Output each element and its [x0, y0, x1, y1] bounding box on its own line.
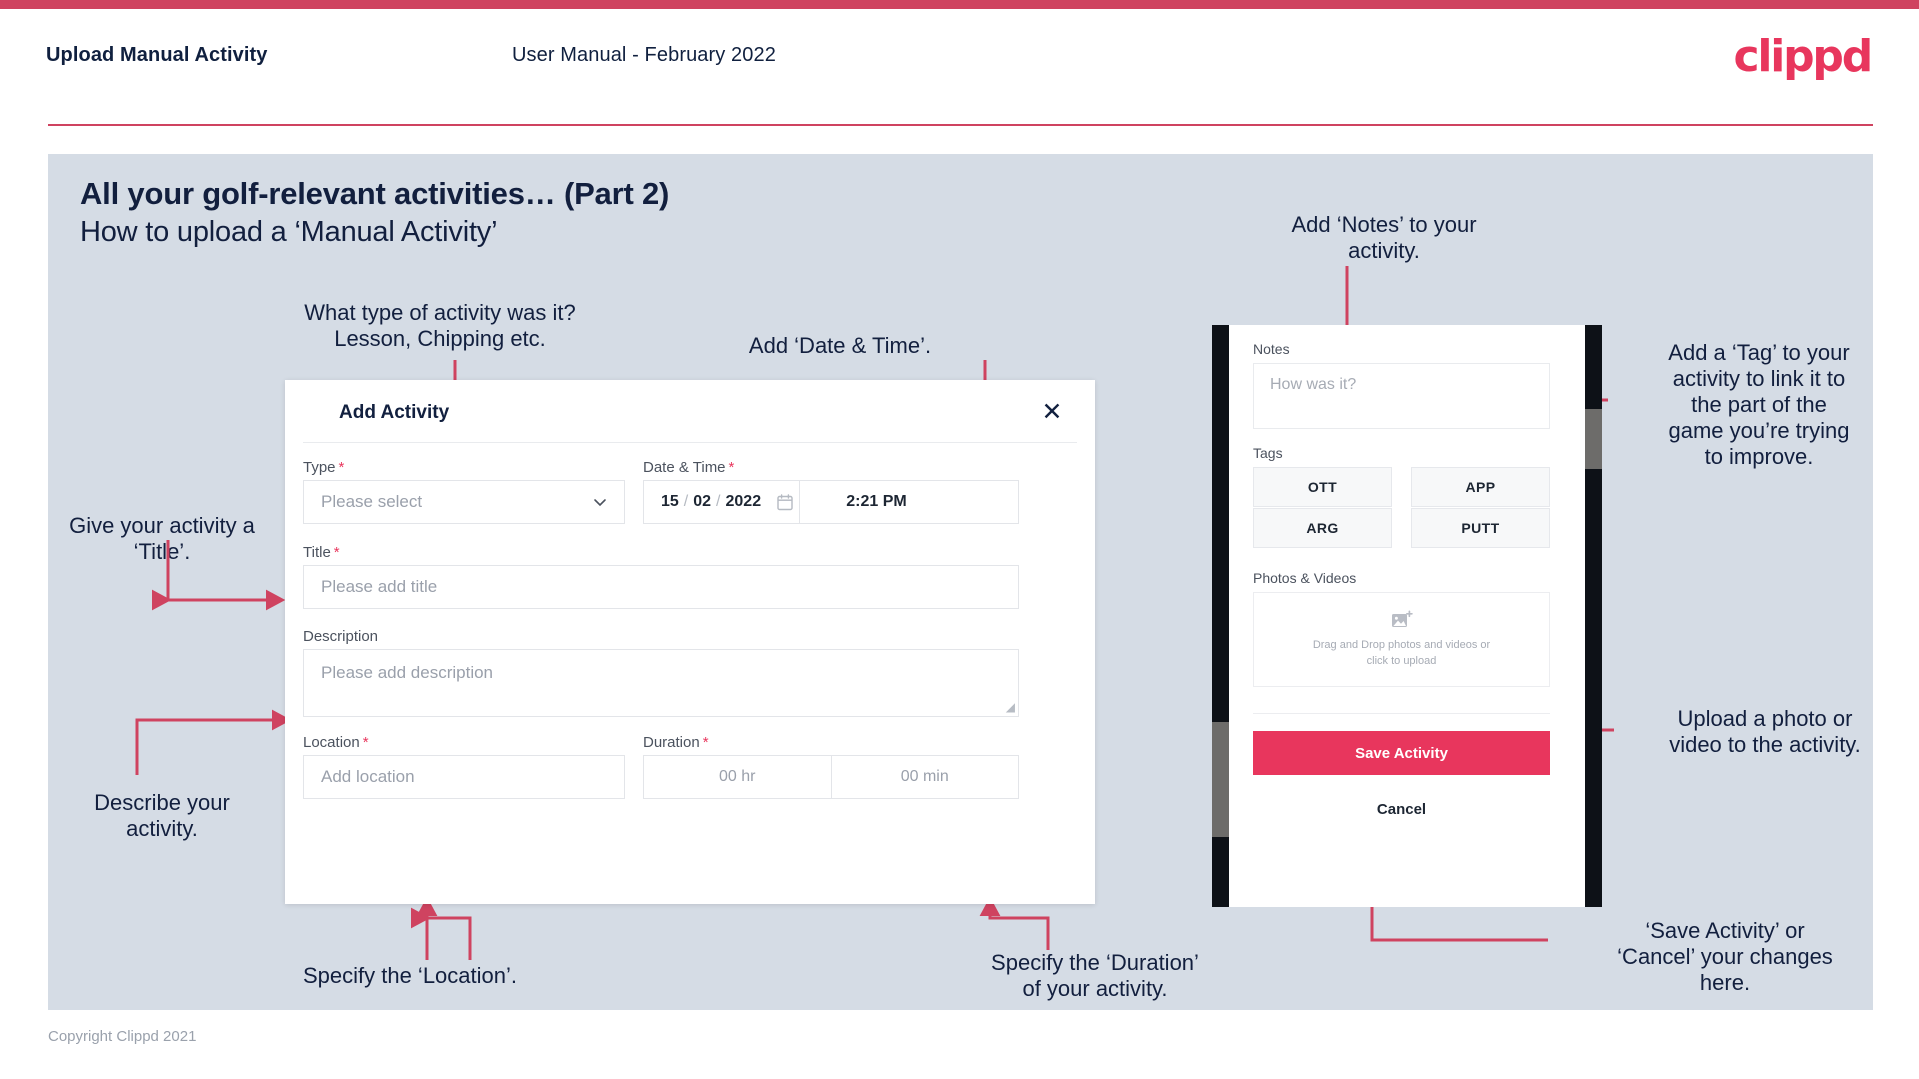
- annotation-location: Specify the ‘Location’.: [302, 963, 518, 988]
- phone-volume-button: [1212, 722, 1229, 837]
- title-required-mark: *: [333, 544, 340, 561]
- description-textarea[interactable]: Please add description ◢: [303, 649, 1019, 717]
- title-input[interactable]: Please add title: [303, 565, 1019, 609]
- page-title: All your golf-relevant activities… (Part…: [80, 176, 670, 211]
- title-label-text: Title: [303, 544, 331, 561]
- page-subtitle: How to upload a ‘Manual Activity’: [80, 216, 498, 248]
- duration-hours[interactable]: 00 hr: [644, 756, 831, 798]
- dropzone-line-2: click to upload: [1366, 655, 1437, 667]
- annotation-notes: Add ‘Notes’ to your activity.: [1291, 212, 1477, 263]
- header-title: Upload Manual Activity: [46, 44, 268, 66]
- location-required-mark: *: [362, 734, 369, 751]
- annotation-type: What type of activity was it? Lesson, Ch…: [304, 300, 576, 351]
- cancel-button[interactable]: Cancel: [1253, 790, 1550, 828]
- dropzone-text: Drag and Drop photos and videos or click…: [1313, 637, 1490, 670]
- save-activity-button[interactable]: Save Activity: [1253, 731, 1550, 775]
- datetime-label-text: Date & Time: [643, 459, 726, 476]
- dropzone-line-1: Drag and Drop photos and videos or: [1312, 638, 1491, 651]
- location-input[interactable]: Add location: [303, 755, 625, 799]
- description-placeholder: Please add description: [321, 663, 494, 682]
- annotation-upload: Upload a photo or video to the activity.: [1669, 706, 1861, 757]
- notes-textarea[interactable]: How was it?: [1253, 363, 1550, 429]
- chevron-down-icon: [594, 499, 606, 507]
- photos-videos-label: Photos & Videos: [1253, 570, 1357, 586]
- title-placeholder: Please add title: [321, 577, 438, 596]
- header-divider: [48, 124, 1873, 126]
- datetime-required-mark: *: [728, 459, 735, 476]
- duration-label: Duration *: [643, 734, 709, 751]
- annotation-tag: Add a ‘Tag’ to your activity to link it …: [1668, 340, 1850, 469]
- phone-screen: Notes How was it? Tags OTT APP ARG PUTT …: [1229, 325, 1585, 907]
- modal-header: Add Activity ✕: [285, 380, 1095, 442]
- description-label: Description: [303, 628, 378, 645]
- duration-label-text: Duration: [643, 734, 700, 751]
- description-label-text: Description: [303, 628, 379, 645]
- annotation-datetime: Add ‘Date & Time’.: [748, 333, 932, 358]
- time-input[interactable]: 2:21 PM: [800, 481, 953, 523]
- clippd-logo: clippd: [1733, 31, 1873, 82]
- tag-app[interactable]: APP: [1411, 467, 1550, 507]
- location-label: Location *: [303, 734, 369, 751]
- date-input[interactable]: 15 / 02 / 2022: [644, 481, 799, 523]
- datetime-field[interactable]: 15 / 02 / 2022 2:21 PM: [643, 480, 1019, 524]
- close-icon[interactable]: ✕: [1035, 394, 1069, 428]
- type-required-mark: *: [338, 459, 345, 476]
- duration-field[interactable]: 00 hr 00 min: [643, 755, 1019, 799]
- duration-minutes[interactable]: 00 min: [832, 756, 1019, 798]
- phone-divider: [1253, 713, 1550, 714]
- time-value: 2:21 PM: [846, 493, 907, 510]
- phone-mockup: Notes How was it? Tags OTT APP ARG PUTT …: [1212, 325, 1602, 907]
- date-sep-1: /: [683, 493, 689, 510]
- modal-divider: [303, 442, 1077, 443]
- title-label: Title *: [303, 544, 340, 561]
- location-label-text: Location: [303, 734, 360, 751]
- datetime-label: Date & Time *: [643, 459, 734, 476]
- resize-grip-icon[interactable]: ◢: [1006, 700, 1015, 714]
- phone-power-button: [1585, 409, 1602, 469]
- add-image-icon: [1391, 609, 1413, 627]
- date-day: 15: [661, 493, 679, 510]
- duration-required-mark: *: [702, 734, 709, 751]
- notes-label: Notes: [1253, 341, 1290, 357]
- tag-ott[interactable]: OTT: [1253, 467, 1392, 507]
- modal-title: Add Activity: [339, 402, 450, 423]
- type-select[interactable]: Please select: [303, 480, 625, 524]
- type-placeholder: Please select: [321, 492, 423, 511]
- type-label-text: Type: [303, 459, 336, 476]
- footer-copyright: Copyright Clippd 2021: [48, 1028, 197, 1045]
- date-sep-2: /: [716, 493, 721, 510]
- tag-arg[interactable]: ARG: [1253, 508, 1392, 548]
- slide-page: Upload Manual Activity User Manual - Feb…: [0, 0, 1919, 1079]
- location-placeholder: Add location: [321, 767, 415, 786]
- photo-dropzone[interactable]: Drag and Drop photos and videos or click…: [1253, 592, 1550, 687]
- annotation-title: Give your activity a ‘Title’.: [69, 513, 255, 564]
- annotation-description: Describe your activity.: [94, 790, 230, 841]
- annotation-save-cancel: ‘Save Activity’ or ‘Cancel’ your changes…: [1617, 918, 1833, 995]
- tag-putt[interactable]: PUTT: [1411, 508, 1550, 548]
- add-activity-modal: Add Activity ✕ Type * Please select Date …: [285, 380, 1095, 904]
- annotation-duration: Specify the ‘Duration’ of your activity.: [991, 950, 1199, 1001]
- date-month: 02: [693, 493, 712, 510]
- tags-label: Tags: [1253, 445, 1283, 461]
- type-label: Type *: [303, 459, 344, 476]
- date-year: 2022: [725, 493, 762, 510]
- calendar-icon[interactable]: [777, 493, 793, 511]
- top-accent-bar: [0, 0, 1919, 9]
- notes-placeholder: How was it?: [1270, 376, 1357, 393]
- header-subtitle: User Manual - February 2022: [512, 44, 776, 66]
